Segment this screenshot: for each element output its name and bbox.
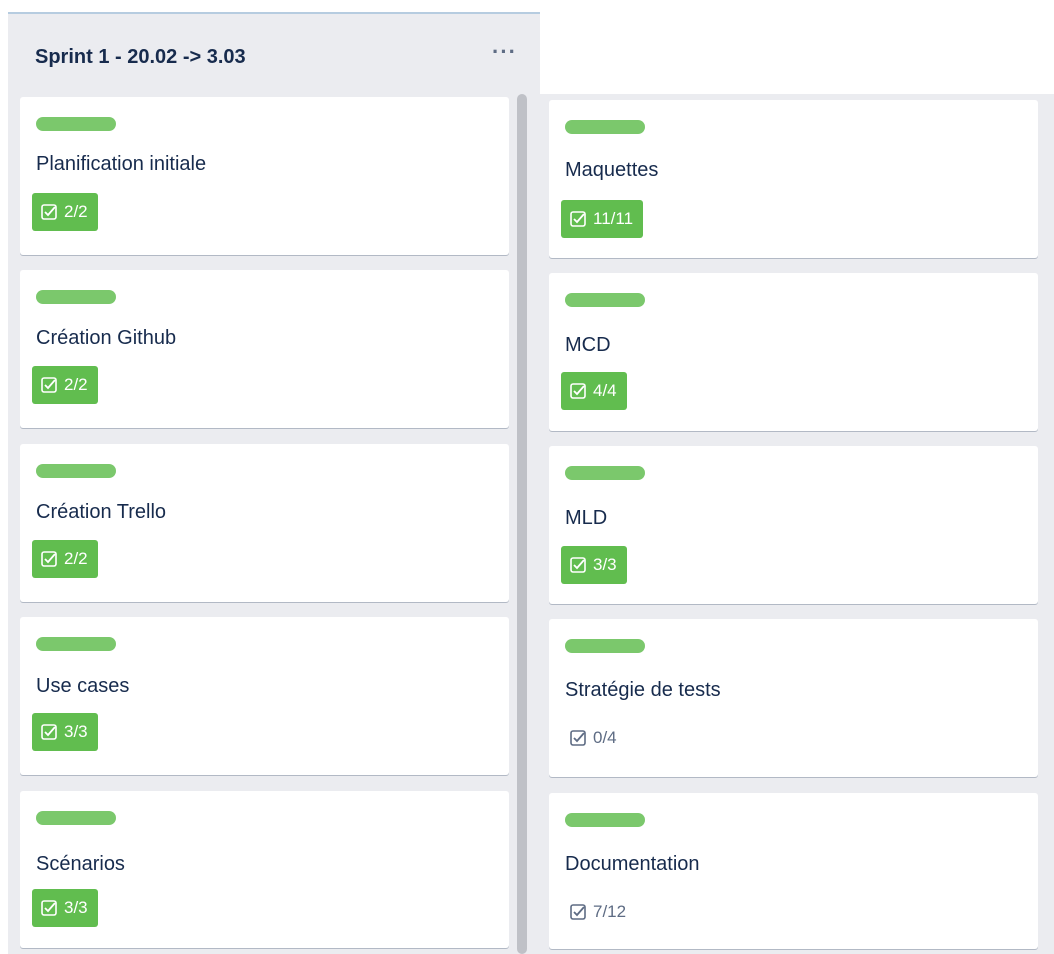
- checklist-count: 3/3: [64, 722, 88, 741]
- checklist-count: 7/12: [593, 902, 627, 921]
- card-title: MCD: [565, 334, 611, 356]
- checklist-badge: 2/2: [32, 540, 98, 578]
- card-title: Création Github: [36, 327, 177, 349]
- card-title: MLD: [565, 507, 608, 529]
- checklist-badge: 0/4: [561, 725, 627, 751]
- card[interactable]: MLD 3/3: [549, 446, 1038, 604]
- checklist-icon: [570, 557, 586, 573]
- checklist-count: 11/11: [593, 209, 634, 228]
- checklist-icon: [570, 904, 586, 920]
- card[interactable]: Planification initiale 2/2: [20, 97, 509, 255]
- checklist-badge: 3/3: [32, 889, 98, 927]
- checklist-badge: 3/3: [32, 713, 98, 751]
- card-title: Use cases: [36, 675, 130, 697]
- list-header[interactable]: Sprint 1 - 20.02 -> 3.03 ···: [8, 14, 540, 96]
- card[interactable]: Stratégie de tests 0/4: [549, 619, 1038, 777]
- card[interactable]: MCD 4/4: [549, 273, 1038, 431]
- card[interactable]: Création Github 2/2: [20, 270, 509, 428]
- more-horizontal-icon[interactable]: ···: [492, 39, 517, 65]
- card-label-green[interactable]: [36, 811, 116, 825]
- card-title: Maquettes: [565, 159, 659, 181]
- checklist-icon: [41, 724, 57, 740]
- checklist-count: 2/2: [64, 202, 88, 221]
- checklist-icon: [570, 383, 586, 399]
- card-title: Planification initiale: [36, 153, 207, 175]
- checklist-icon: [41, 377, 57, 393]
- checklist-icon: [41, 551, 57, 567]
- card-label-green[interactable]: [36, 637, 116, 651]
- card-label-green[interactable]: [36, 464, 116, 478]
- checklist-count: 4/4: [593, 381, 617, 400]
- checklist-count: 3/3: [64, 898, 88, 917]
- checklist-badge: 7/12: [561, 899, 636, 925]
- checklist-count: 2/2: [64, 375, 88, 394]
- checklist-icon: [41, 204, 57, 220]
- checklist-badge: 2/2: [32, 366, 98, 404]
- checklist-count: 0/4: [593, 728, 617, 747]
- checklist-badge: 4/4: [561, 372, 627, 410]
- card-label-green[interactable]: [565, 120, 645, 134]
- card-label-green[interactable]: [36, 290, 116, 304]
- list-title[interactable]: Sprint 1 - 20.02 -> 3.03: [35, 46, 246, 69]
- card-label-green[interactable]: [36, 117, 116, 131]
- checklist-count: 3/3: [593, 555, 617, 574]
- card[interactable]: Création Trello 2/2: [20, 444, 509, 602]
- checklist-icon: [570, 730, 586, 746]
- card[interactable]: Maquettes 11/11: [549, 100, 1038, 258]
- card-label-green[interactable]: [565, 293, 645, 307]
- card-title: Stratégie de tests: [565, 679, 721, 701]
- card-title: Création Trello: [36, 501, 167, 523]
- card[interactable]: Use cases 3/3: [20, 617, 509, 775]
- scrollbar-thumb[interactable]: [517, 94, 527, 954]
- card-title: Scénarios: [36, 853, 125, 875]
- card-label-green[interactable]: [565, 639, 645, 653]
- checklist-badge: 2/2: [32, 193, 98, 231]
- card-label-green[interactable]: [565, 466, 645, 480]
- checklist-icon: [41, 900, 57, 916]
- card[interactable]: Documentation 7/12: [549, 793, 1038, 949]
- card-title: Documentation: [565, 853, 700, 875]
- card[interactable]: Scénarios 3/3: [20, 791, 509, 948]
- checklist-icon: [570, 211, 586, 227]
- checklist-badge: 11/11: [561, 200, 644, 238]
- checklist-badge: 3/3: [561, 546, 627, 584]
- card-label-green[interactable]: [565, 813, 645, 827]
- checklist-count: 2/2: [64, 549, 88, 568]
